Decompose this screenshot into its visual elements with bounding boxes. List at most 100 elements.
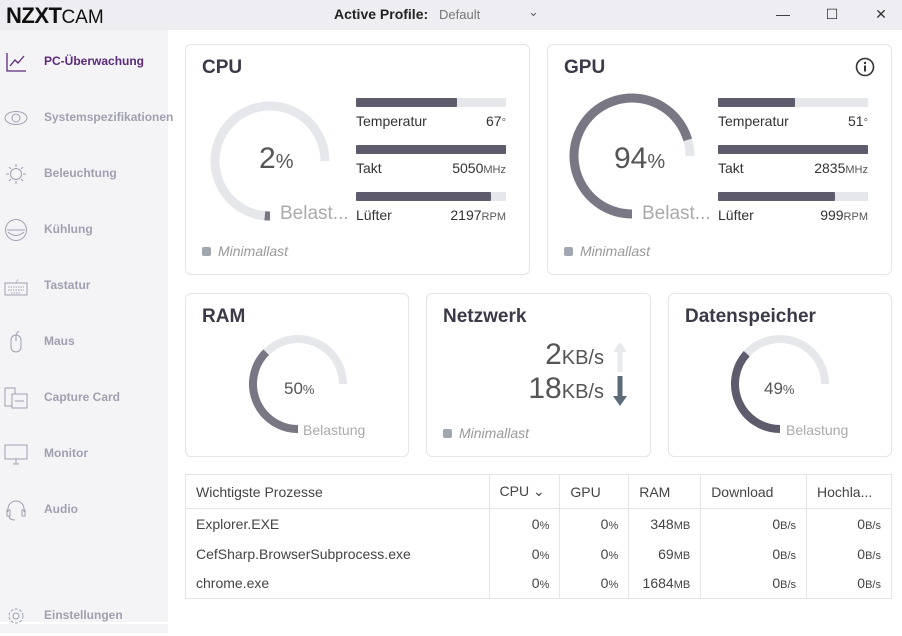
maximize-button[interactable]: ☐ [817, 3, 847, 25]
table-cell: chrome.exe [186, 569, 490, 599]
table-cell: Explorer.EXE [186, 509, 490, 539]
sidebar-item-k-hlung[interactable]: Kühlung [0, 210, 168, 250]
sidebar-item-capture-card[interactable]: Capture Card [0, 378, 168, 418]
table-cell: 0% [489, 569, 560, 599]
info-icon[interactable] [855, 57, 875, 77]
bar-fill [718, 192, 835, 201]
sidebar-item-pc-berwachung[interactable]: PC-Überwachung [0, 42, 168, 82]
storage-card: Datenspeicher 49% Belastung [668, 293, 892, 457]
table-cell: 69MB [629, 539, 701, 569]
sidebar-item-label: Audio [44, 502, 78, 516]
active-profile-label: Active Profile: [334, 6, 428, 22]
table-cell: 348MB [629, 509, 701, 539]
ram-card: RAM 50% Belastung [185, 293, 409, 457]
upload-arrow-icon [613, 342, 627, 372]
headset-icon [4, 499, 28, 521]
sidebar-item-monitor[interactable]: Monitor [0, 434, 168, 474]
lüfter-bar [356, 192, 506, 201]
eye-icon [4, 107, 28, 129]
metric-label: Takt [356, 160, 382, 176]
metric-label: Takt [718, 160, 744, 176]
sidebar-item-maus[interactable]: Maus [0, 322, 168, 362]
sort-chevron-icon: ⌄ [533, 483, 545, 499]
table-cell: 0% [489, 509, 560, 539]
temperatur-bar [356, 98, 506, 107]
sidebar-item-beleuchtung[interactable]: Beleuchtung [0, 154, 168, 194]
gpu-status: Minimallast [564, 243, 650, 259]
card-title: Datenspeicher [685, 306, 816, 328]
sidebar-item-label: Maus [44, 334, 75, 348]
gear-icon [4, 605, 28, 627]
metric-value: 67° [416, 113, 506, 129]
sidebar-item-label: Einstellungen [44, 608, 123, 622]
network-card: Netzwerk 2KB/s 18KB/s Minimallast [426, 293, 651, 457]
table-cell: 0% [560, 569, 629, 599]
metric-value: 999RPM [778, 207, 868, 223]
column-header[interactable]: CPU ⌄ [489, 475, 560, 509]
table-cell: 0B/s [701, 569, 807, 599]
cpu-card: CPU 2% Belast... Minimallast Temperatur … [185, 44, 530, 275]
table-cell: CefSharp.BrowserSubprocess.exe [186, 539, 490, 569]
column-header[interactable]: Wichtigste Prozesse [186, 475, 490, 509]
table-cell: 0B/s [807, 539, 892, 569]
minimize-button[interactable]: — [768, 3, 798, 25]
gpu-load-label: Belast... [642, 203, 711, 225]
sun-icon [4, 163, 28, 185]
metric-label: Lüfter [718, 207, 754, 223]
metric-value: 51° [778, 113, 868, 129]
card-title: Netzwerk [443, 306, 526, 328]
ram-load-label: Belastung [303, 422, 365, 438]
column-header[interactable]: Hochla... [807, 475, 892, 509]
chevron-down-icon[interactable]: ⌄ [528, 4, 539, 20]
card-title: CPU [202, 57, 242, 79]
cpu-status: Minimallast [202, 243, 288, 259]
cooler-icon [4, 219, 28, 241]
keyboard-icon [4, 275, 28, 297]
bar-fill [356, 145, 506, 154]
table-cell: 0B/s [701, 509, 807, 539]
sidebar-item-audio[interactable]: Audio [0, 490, 168, 530]
metric-label: Lüfter [356, 207, 392, 223]
temperatur-bar [718, 98, 868, 107]
metric-value: 5050MHz [416, 160, 506, 176]
table-cell: 0% [489, 539, 560, 569]
table-row[interactable]: Explorer.EXE0%0%348MB0B/s0B/s [186, 509, 892, 539]
bar-fill [718, 145, 868, 154]
chart-line-icon [4, 51, 28, 73]
card-title: RAM [202, 306, 245, 328]
table-cell: 0B/s [701, 539, 807, 569]
table-row[interactable]: chrome.exe0%0%1684MB0B/s0B/s [186, 569, 892, 599]
table-cell: 0B/s [807, 509, 892, 539]
sidebar-item-label: Kühlung [44, 222, 93, 236]
sidebar-item-systemspezifikationen[interactable]: Systemspezifikationen [0, 98, 168, 138]
sidebar-item-label: Beleuchtung [44, 166, 117, 180]
column-header[interactable]: RAM [629, 475, 701, 509]
table-cell: 0% [560, 509, 629, 539]
column-header[interactable]: GPU [560, 475, 629, 509]
bar-fill [356, 192, 491, 201]
profile-dropdown[interactable]: Default [439, 7, 480, 22]
sidebar: PC-Überwachung Systemspezifikationen Beleu… [0, 30, 168, 633]
metric-value: 2197RPM [416, 207, 506, 223]
capture-card-icon [4, 387, 28, 409]
sidebar-item-tastatur[interactable]: Tastatur [0, 266, 168, 306]
mouse-icon [4, 331, 28, 353]
column-header[interactable]: Download [701, 475, 807, 509]
gpu-card: GPU 94% Belast... Minimallast Temperatur… [547, 44, 892, 275]
cpu-load-label: Belast... [280, 203, 349, 225]
metric-value: 2835MHz [778, 160, 868, 176]
table-cell: 0B/s [807, 569, 892, 599]
monitor-icon [4, 443, 28, 465]
cpu-load-value: 2% [259, 142, 293, 176]
sidebar-item-label: Tastatur [44, 278, 90, 292]
storage-load-value: 49% [764, 379, 794, 399]
table-cell: 0% [560, 539, 629, 569]
network-status: Minimallast [443, 425, 529, 441]
ram-load-value: 50% [284, 379, 314, 399]
title-bar: NZXTCAM Active Profile: Default ⌄ — ☐ ✕ [0, 0, 902, 30]
close-button[interactable]: ✕ [866, 3, 896, 25]
table-row[interactable]: CefSharp.BrowserSubprocess.exe0%0%69MB0B… [186, 539, 892, 569]
sidebar-item-settings[interactable]: Einstellungen [0, 596, 168, 636]
table-cell: 1684MB [629, 569, 701, 599]
nzxt-cam-logo: NZXTCAM [6, 3, 104, 29]
